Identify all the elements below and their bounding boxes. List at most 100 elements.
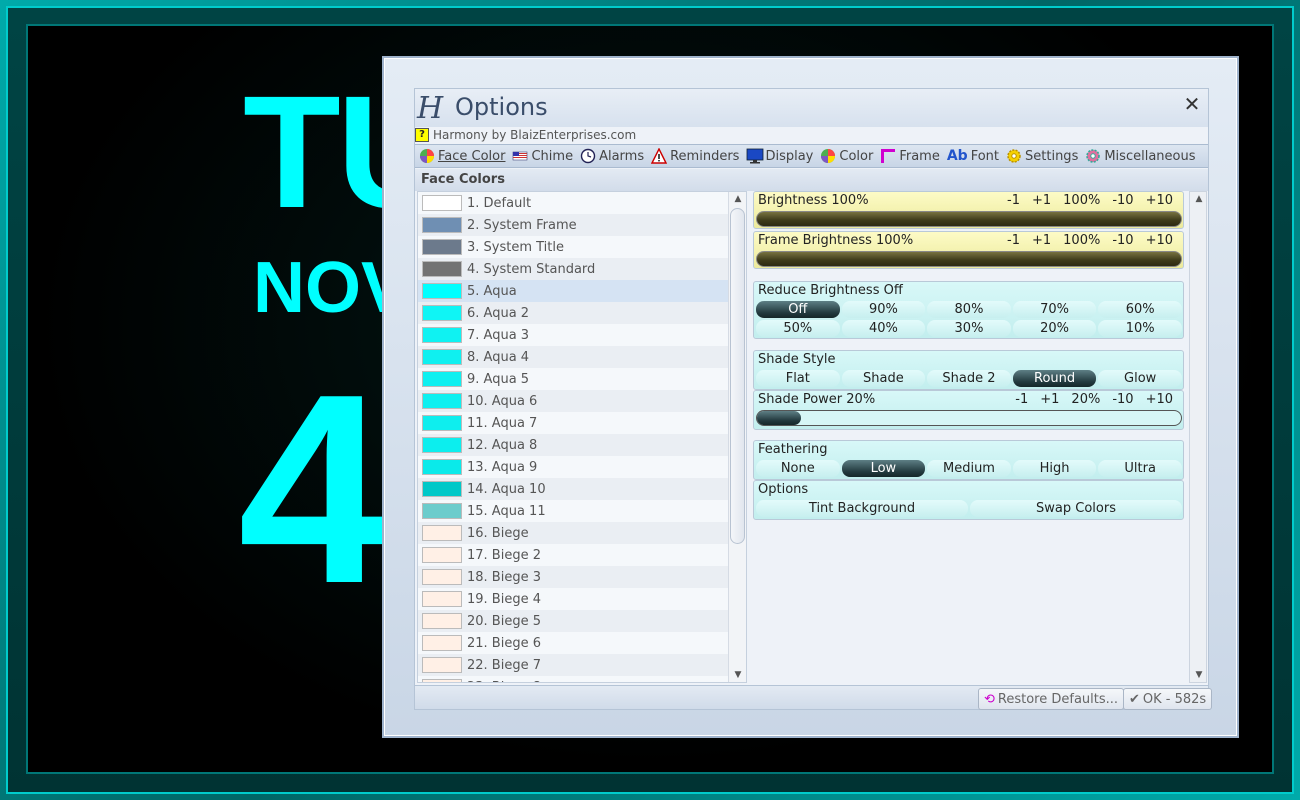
list-item-label: 1. Default	[467, 195, 532, 211]
shade-power-minus1[interactable]: -1	[1009, 392, 1034, 407]
list-item[interactable]: 8. Aqua 4	[418, 346, 728, 368]
face-color-icon	[419, 148, 435, 164]
reduce-90-button[interactable]: 90%	[841, 301, 926, 318]
reduce-20-button[interactable]: 20%	[1012, 320, 1097, 337]
list-item[interactable]: 10. Aqua 6	[418, 390, 728, 412]
list-scrollbar[interactable]: ▲ ▼	[728, 192, 746, 682]
list-item-label: 7. Aqua 3	[467, 327, 530, 343]
reduce-brightness-row1: Off 90% 80% 70% 60%	[756, 301, 1182, 318]
scroll-thumb[interactable]	[730, 208, 745, 544]
dialog-titlebar[interactable]: H Options ✕	[415, 89, 1208, 127]
tab-display[interactable]: Display	[746, 148, 813, 164]
frame-brightness-plus10[interactable]: +10	[1140, 233, 1179, 248]
frame-brightness-slider[interactable]	[756, 251, 1182, 267]
list-item[interactable]: 5. Aqua	[418, 280, 728, 302]
brightness-minus1[interactable]: -1	[1001, 193, 1026, 208]
reduce-70-button[interactable]: 70%	[1012, 301, 1097, 318]
tab-frame[interactable]: Frame	[880, 148, 940, 164]
shade-flat-button[interactable]: Flat	[756, 370, 840, 387]
list-item[interactable]: 23. Biege 8	[418, 676, 728, 682]
tab-label: Font	[970, 148, 1000, 164]
color-swatch	[422, 503, 462, 519]
list-item[interactable]: 20. Biege 5	[418, 610, 728, 632]
face-color-list[interactable]: 1. Default 2. System Frame 3. System Title…	[417, 191, 747, 683]
scroll-down-icon[interactable]: ▼	[729, 668, 746, 682]
reduce-50-button[interactable]: 50%	[756, 320, 840, 337]
list-item[interactable]: 15. Aqua 11	[418, 500, 728, 522]
tab-label: Chime	[531, 148, 574, 164]
list-item[interactable]: 21. Biege 6	[418, 632, 728, 654]
tab-alarms[interactable]: Alarms	[580, 148, 644, 164]
feather-high-button[interactable]: High	[1012, 460, 1097, 477]
restore-defaults-button[interactable]: ⟲ Restore Defaults...	[978, 688, 1125, 710]
close-button[interactable]: ✕	[1182, 93, 1202, 115]
shade-power-plus1[interactable]: +1	[1034, 392, 1065, 407]
list-item[interactable]: 13. Aqua 9	[418, 456, 728, 478]
shade-power-plus10[interactable]: +10	[1140, 392, 1179, 407]
tab-reminders[interactable]: Reminders	[650, 147, 739, 164]
reduce-60-button[interactable]: 60%	[1098, 301, 1182, 318]
color-swatch	[422, 283, 462, 299]
list-item[interactable]: 19. Biege 4	[418, 588, 728, 610]
brightness-plus1[interactable]: +1	[1026, 193, 1057, 208]
tab-label: Miscellaneous	[1104, 148, 1196, 164]
list-item[interactable]: 12. Aqua 8	[418, 434, 728, 456]
reduce-30-button[interactable]: 30%	[927, 320, 1011, 337]
feather-none-button[interactable]: None	[756, 460, 840, 477]
ok-button[interactable]: ✔ OK - 582s	[1123, 688, 1213, 710]
list-item[interactable]: 9. Aqua 5	[418, 368, 728, 390]
reduce-40-button[interactable]: 40%	[841, 320, 926, 337]
list-item-label: 17. Biege 2	[467, 547, 541, 563]
feather-medium-button[interactable]: Medium	[927, 460, 1011, 477]
color-swatch	[422, 195, 462, 211]
help-icon[interactable]: ?	[415, 128, 429, 142]
options-dialog: H Options ✕ ? Harmony by BlaizEnterprise…	[382, 56, 1239, 738]
tab-face-color[interactable]: Face Color	[419, 148, 505, 164]
brightness-slider[interactable]	[756, 211, 1182, 227]
shade-round-button[interactable]: Round	[1012, 370, 1097, 387]
list-item[interactable]: 14. Aqua 10	[418, 478, 728, 500]
scroll-down-icon[interactable]: ▼	[1190, 668, 1208, 682]
settings-scrollbar[interactable]: ▲ ▼	[1189, 191, 1207, 683]
tab-font[interactable]: Ab Font	[947, 148, 999, 164]
scroll-up-icon[interactable]: ▲	[1190, 192, 1208, 206]
shade-shade2-button[interactable]: Shade 2	[927, 370, 1011, 387]
shade-power-20[interactable]: 20%	[1065, 392, 1106, 407]
frame-brightness-minus1[interactable]: -1	[1001, 233, 1026, 248]
reduce-10-button[interactable]: 10%	[1098, 320, 1182, 337]
shade-power-minus10[interactable]: -10	[1106, 392, 1139, 407]
frame-brightness-100[interactable]: 100%	[1057, 233, 1106, 248]
scroll-up-icon[interactable]: ▲	[729, 192, 746, 206]
swap-colors-button[interactable]: Swap Colors	[970, 500, 1182, 517]
feather-ultra-button[interactable]: Ultra	[1098, 460, 1182, 477]
tab-settings[interactable]: Settings	[1006, 148, 1078, 164]
shade-power-slider[interactable]	[756, 410, 1182, 426]
shade-glow-button[interactable]: Glow	[1098, 370, 1182, 387]
list-item[interactable]: 2. System Frame	[418, 214, 728, 236]
tint-background-button[interactable]: Tint Background	[756, 500, 968, 517]
frame-brightness-minus10[interactable]: -10	[1106, 233, 1139, 248]
reduce-brightness-group: Reduce Brightness Off Off 90% 80% 70% 60…	[753, 281, 1184, 339]
reduce-80-button[interactable]: 80%	[927, 301, 1011, 318]
list-item[interactable]: 17. Biege 2	[418, 544, 728, 566]
frame-brightness-plus1[interactable]: +1	[1026, 233, 1057, 248]
list-item[interactable]: 3. System Title	[418, 236, 728, 258]
list-item[interactable]: 18. Biege 3	[418, 566, 728, 588]
tab-chime[interactable]: Chime	[512, 148, 573, 164]
list-item[interactable]: 22. Biege 7	[418, 654, 728, 676]
brightness-100[interactable]: 100%	[1057, 193, 1106, 208]
list-item[interactable]: 16. Biege	[418, 522, 728, 544]
list-item[interactable]: 6. Aqua 2	[418, 302, 728, 324]
tab-miscellaneous[interactable]: Miscellaneous	[1085, 148, 1195, 164]
brightness-minus10[interactable]: -10	[1106, 193, 1139, 208]
list-item[interactable]: 4. System Standard	[418, 258, 728, 280]
list-item[interactable]: 11. Aqua 7	[418, 412, 728, 434]
shade-shade-button[interactable]: Shade	[841, 370, 926, 387]
brightness-plus10[interactable]: +10	[1140, 193, 1179, 208]
list-item[interactable]: 1. Default	[418, 192, 728, 214]
reduce-off-button[interactable]: Off	[756, 301, 840, 318]
list-item-label: 2. System Frame	[467, 217, 577, 233]
list-item[interactable]: 7. Aqua 3	[418, 324, 728, 346]
tab-color[interactable]: Color	[820, 148, 873, 164]
feather-low-button[interactable]: Low	[841, 460, 926, 477]
